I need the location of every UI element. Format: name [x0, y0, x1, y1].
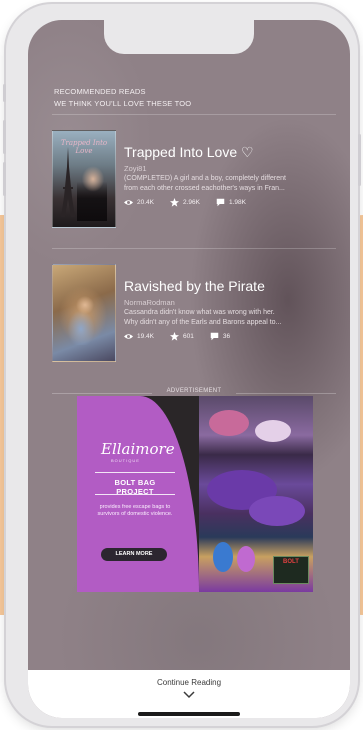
advertisement-banner[interactable]: Ellaimore BOUTIQUE BOLT BAG PROJECT prov…	[77, 396, 313, 592]
story-card[interactable]: Trapped Into Love Trapped Into Love ♡ Zo…	[52, 130, 336, 230]
ad-brand-sub: BOUTIQUE	[111, 458, 140, 463]
divider	[52, 114, 336, 115]
photo-detail	[213, 542, 233, 572]
photo-detail	[249, 496, 305, 526]
comment-icon	[210, 332, 219, 341]
story-title[interactable]: Trapped Into Love ♡	[124, 144, 254, 161]
story-stats: 19.4K 601 36	[124, 332, 230, 341]
eye-icon	[124, 200, 133, 205]
votes-count: 2.96K	[183, 199, 200, 206]
story-stats: 20.4K 2.96K 1.98K	[124, 198, 246, 207]
eye-icon	[124, 334, 133, 339]
section-header: RECOMMENDED READS WE THINK YOU'LL LOVE T…	[54, 86, 191, 110]
section-subtitle: WE THINK YOU'LL LOVE THESE TOO	[54, 99, 192, 108]
ad-brand-logo: Ellaimore	[101, 440, 175, 458]
ad-copy: provides free escape bags to survivors o…	[97, 504, 173, 517]
volume-up-button	[3, 120, 6, 154]
reads-count: 19.4K	[137, 333, 154, 340]
description-line: Why didn't any of the Earls and Barons a…	[124, 318, 282, 326]
book-cover[interactable]	[52, 264, 116, 362]
volume-down-button	[3, 162, 6, 196]
comments-stat: 1.98K	[216, 198, 246, 207]
reads-count: 20.4K	[137, 199, 154, 206]
divider	[95, 472, 175, 473]
story-description: Cassandra didn't know what was wrong wit…	[124, 308, 334, 327]
story-author[interactable]: NormaRodman	[124, 298, 175, 307]
star-icon	[170, 198, 179, 207]
home-indicator	[138, 712, 240, 716]
phone-notch	[104, 20, 254, 54]
story-description: (COMPLETED) A girl and a boy, completely…	[124, 174, 334, 193]
app-screen: RECOMMENDED READS WE THINK YOU'LL LOVE T…	[28, 20, 350, 718]
chevron-down-icon[interactable]	[181, 690, 197, 700]
comments-count: 1.98K	[229, 199, 246, 206]
divider	[52, 248, 336, 249]
description-line: from each other crossed eachother's ways…	[124, 184, 285, 192]
description-line: Cassandra didn't know what was wrong wit…	[124, 309, 275, 316]
book-cover[interactable]: Trapped Into Love	[52, 130, 116, 228]
ad-panel: Ellaimore BOUTIQUE BOLT BAG PROJECT prov…	[77, 396, 199, 592]
cover-figures	[67, 295, 101, 345]
ad-photo-collage: BOLT	[199, 396, 313, 592]
continue-reading-label[interactable]: Continue Reading	[28, 678, 350, 687]
phone-frame: RECOMMENDED READS WE THINK YOU'LL LOVE T…	[3, 4, 361, 726]
eiffel-tower-graphic	[61, 147, 75, 217]
ad-badge: BOLT	[273, 556, 309, 584]
story-card[interactable]: Ravished by the Pirate NormaRodman Cassa…	[52, 264, 336, 364]
photo-detail	[209, 410, 249, 436]
photo-detail	[237, 546, 255, 572]
divider	[236, 393, 336, 394]
votes-stat: 601	[170, 332, 194, 341]
votes-stat: 2.96K	[170, 198, 200, 207]
photo-detail	[255, 420, 291, 442]
continue-reading-bar[interactable]: Continue Reading	[28, 670, 350, 718]
description-line: (COMPLETED) A girl and a boy, completely…	[124, 175, 286, 182]
mute-switch	[3, 84, 6, 102]
comment-icon	[216, 198, 225, 207]
comments-count: 36	[222, 333, 231, 340]
reads-stat: 20.4K	[124, 198, 154, 207]
reads-stat: 19.4K	[124, 332, 154, 341]
cover-figures	[77, 165, 107, 221]
story-title[interactable]: Ravished by the Pirate	[124, 278, 265, 294]
comments-stat: 36	[210, 332, 230, 341]
votes-count: 601	[183, 333, 194, 340]
story-author[interactable]: Zoyi81	[124, 164, 147, 173]
section-title: RECOMMENDED READS	[54, 87, 146, 96]
star-icon	[170, 332, 179, 341]
power-button	[358, 134, 361, 186]
learn-more-button[interactable]: LEARN MORE	[101, 548, 167, 561]
divider	[95, 494, 175, 495]
